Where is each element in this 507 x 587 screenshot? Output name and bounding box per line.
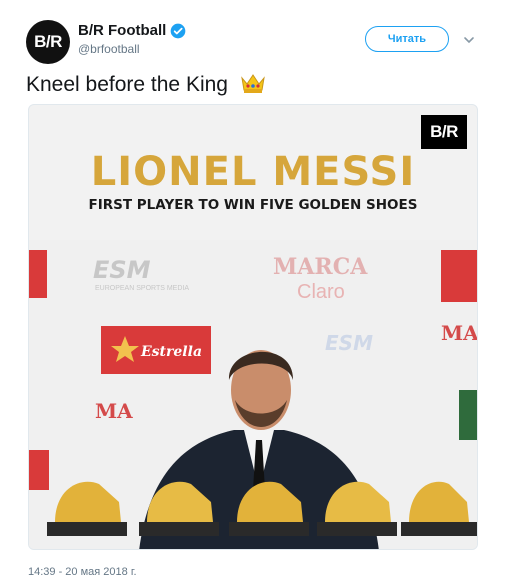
sponsor-panel bbox=[459, 390, 477, 440]
display-name[interactable]: B/R Football bbox=[78, 22, 166, 39]
br-logo: B/R bbox=[421, 115, 467, 149]
sponsor-panel bbox=[29, 450, 49, 490]
tweet-text: Kneel before the King bbox=[26, 72, 266, 97]
claro-logo-text: Claro bbox=[297, 281, 345, 303]
estrella-logo-text: Estrella bbox=[140, 344, 202, 360]
sponsor-panel bbox=[441, 250, 477, 302]
tweet-media[interactable]: B/R LIONEL MESSI FIRST PLAYER TO WIN FIV… bbox=[28, 104, 478, 550]
avatar[interactable]: B/R bbox=[26, 20, 70, 64]
tweet-text-content: Kneel before the King bbox=[26, 73, 228, 96]
messi-photo: ESM EUROPEAN SPORTS MEDIA MARCA Claro Es… bbox=[29, 240, 478, 549]
media-headline: LIONEL MESSI bbox=[90, 149, 416, 195]
esm-caption-text: EUROPEAN SPORTS MEDIA bbox=[95, 285, 189, 292]
tweet-timestamp[interactable]: 14:39 - 20 мая 2018 г. bbox=[28, 566, 137, 578]
esm-logo-text: ESM bbox=[93, 256, 151, 284]
marca-panel-text: MA bbox=[95, 399, 133, 423]
user-handle[interactable]: @brfootball bbox=[78, 42, 140, 56]
marca-panel-text-2: MA bbox=[441, 321, 478, 345]
media-subheadline: FIRST PLAYER TO WIN FIVE GOLDEN SHOES bbox=[88, 197, 418, 213]
chevron-down-icon[interactable] bbox=[463, 34, 475, 46]
verified-badge-icon bbox=[170, 23, 186, 38]
crown-icon bbox=[241, 74, 265, 93]
marca-logo-text: MARCA bbox=[273, 254, 368, 280]
follow-button[interactable]: Читать bbox=[365, 26, 449, 52]
esm-logo-text-2: ESM bbox=[325, 331, 373, 355]
author-name-row: B/R Football bbox=[78, 22, 186, 39]
sponsor-panel bbox=[29, 250, 47, 298]
